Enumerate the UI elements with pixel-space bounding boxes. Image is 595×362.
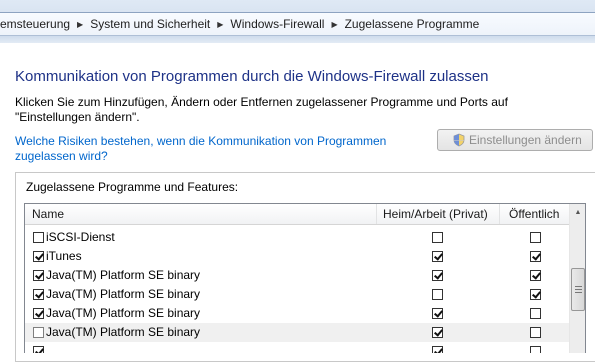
program-enabled-checkbox[interactable] — [33, 289, 44, 300]
home-network-checkbox[interactable] — [432, 308, 443, 319]
group-label: Zugelassene Programme und Features: — [26, 180, 239, 194]
public-network-checkbox[interactable] — [530, 327, 541, 338]
program-enabled-checkbox[interactable] — [33, 270, 44, 281]
public-network-checkbox[interactable] — [530, 308, 541, 319]
home-network-checkbox[interactable] — [432, 232, 443, 243]
home-network-checkbox[interactable] — [432, 346, 443, 353]
program-enabled-checkbox[interactable] — [33, 308, 44, 319]
program-name: Java(TM) Platform SE binary — [46, 268, 201, 282]
list-header: Name Heim/Arbeit (Privat) Öffentlich — [25, 204, 569, 225]
toolbar-strip — [0, 36, 595, 43]
breadcrumb-separator-icon[interactable]: ▶ — [331, 20, 337, 29]
program-name: Java(TM) Platform SE binary — [46, 325, 201, 339]
grip-line — [575, 286, 582, 287]
public-network-checkbox[interactable] — [530, 270, 541, 281]
public-network-checkbox[interactable] — [530, 232, 541, 243]
home-network-checkbox[interactable] — [432, 270, 443, 281]
scroll-up-arrow-icon[interactable]: ▲ — [570, 204, 585, 221]
home-network-checkbox[interactable] — [432, 327, 443, 338]
public-network-checkbox[interactable] — [530, 251, 541, 262]
program-name: Java(TM) Platform SE binary — [46, 287, 201, 301]
list-item[interactable]: iSCSI-Dienst — [25, 228, 569, 247]
list-item[interactable]: Java(TM) Platform SE binary — [25, 323, 569, 342]
breadcrumb-item-zugelassene-programme[interactable]: Zugelassene Programme — [345, 17, 480, 31]
list-item[interactable]: iTunes — [25, 247, 569, 266]
uac-shield-icon — [453, 133, 465, 147]
grip-line — [575, 292, 582, 293]
change-settings-button[interactable]: Einstellungen ändern — [437, 129, 593, 151]
breadcrumb-separator-icon[interactable]: ▶ — [217, 20, 223, 29]
column-header-name[interactable]: Name — [32, 204, 64, 224]
public-network-checkbox[interactable] — [530, 346, 541, 353]
list-item[interactable]: Java(TM) Platform SE binary — [25, 285, 569, 304]
program-enabled-checkbox[interactable] — [33, 346, 44, 353]
program-name: iSCSI-Dienst — [46, 230, 115, 244]
program-name: Java(TM) Platform SE binary — [46, 306, 201, 320]
grip-line — [575, 289, 582, 290]
programs-list[interactable]: Name Heim/Arbeit (Privat) Öffentlich iSC… — [24, 203, 586, 353]
list-item[interactable] — [25, 342, 569, 353]
public-network-checkbox[interactable] — [530, 289, 541, 300]
breadcrumb-item-system-und-sicherheit[interactable]: System und Sicherheit — [90, 17, 210, 31]
program-enabled-checkbox[interactable] — [33, 232, 44, 243]
change-settings-label: Einstellungen ändern — [469, 133, 582, 147]
home-network-checkbox[interactable] — [432, 289, 443, 300]
vertical-scrollbar[interactable]: ▲ — [569, 204, 585, 353]
breadcrumb-separator-icon[interactable]: ▶ — [77, 20, 83, 29]
column-header-home[interactable]: Heim/Arbeit (Privat) — [383, 204, 488, 224]
column-divider[interactable] — [376, 204, 377, 224]
column-divider[interactable] — [499, 204, 500, 224]
breadcrumb[interactable]: emsteuerung ▶ System und Sicherheit ▶ Window… — [0, 12, 595, 36]
breadcrumb-item-windows-firewall[interactable]: Windows-Firewall — [230, 17, 324, 31]
risk-help-link[interactable]: Welche Risiken bestehen, wenn die Kommun… — [15, 134, 415, 164]
page-title: Kommunikation von Programmen durch die W… — [15, 68, 489, 85]
breadcrumb-item-systemsteuerung[interactable]: emsteuerung — [0, 17, 70, 31]
address-bar: emsteuerung ▶ System und Sicherheit ▶ Window… — [0, 0, 595, 43]
program-name: iTunes — [46, 249, 82, 263]
scroll-thumb[interactable] — [571, 268, 585, 311]
program-enabled-checkbox[interactable] — [33, 327, 44, 338]
program-enabled-checkbox[interactable] — [33, 251, 44, 262]
column-header-public[interactable]: Öffentlich — [509, 204, 559, 224]
list-item[interactable]: Java(TM) Platform SE binary — [25, 266, 569, 285]
page-description: Klicken Sie zum Hinzufügen, Ändern oder … — [15, 95, 508, 124]
home-network-checkbox[interactable] — [432, 251, 443, 262]
list-item[interactable]: Java(TM) Platform SE binary — [25, 304, 569, 323]
